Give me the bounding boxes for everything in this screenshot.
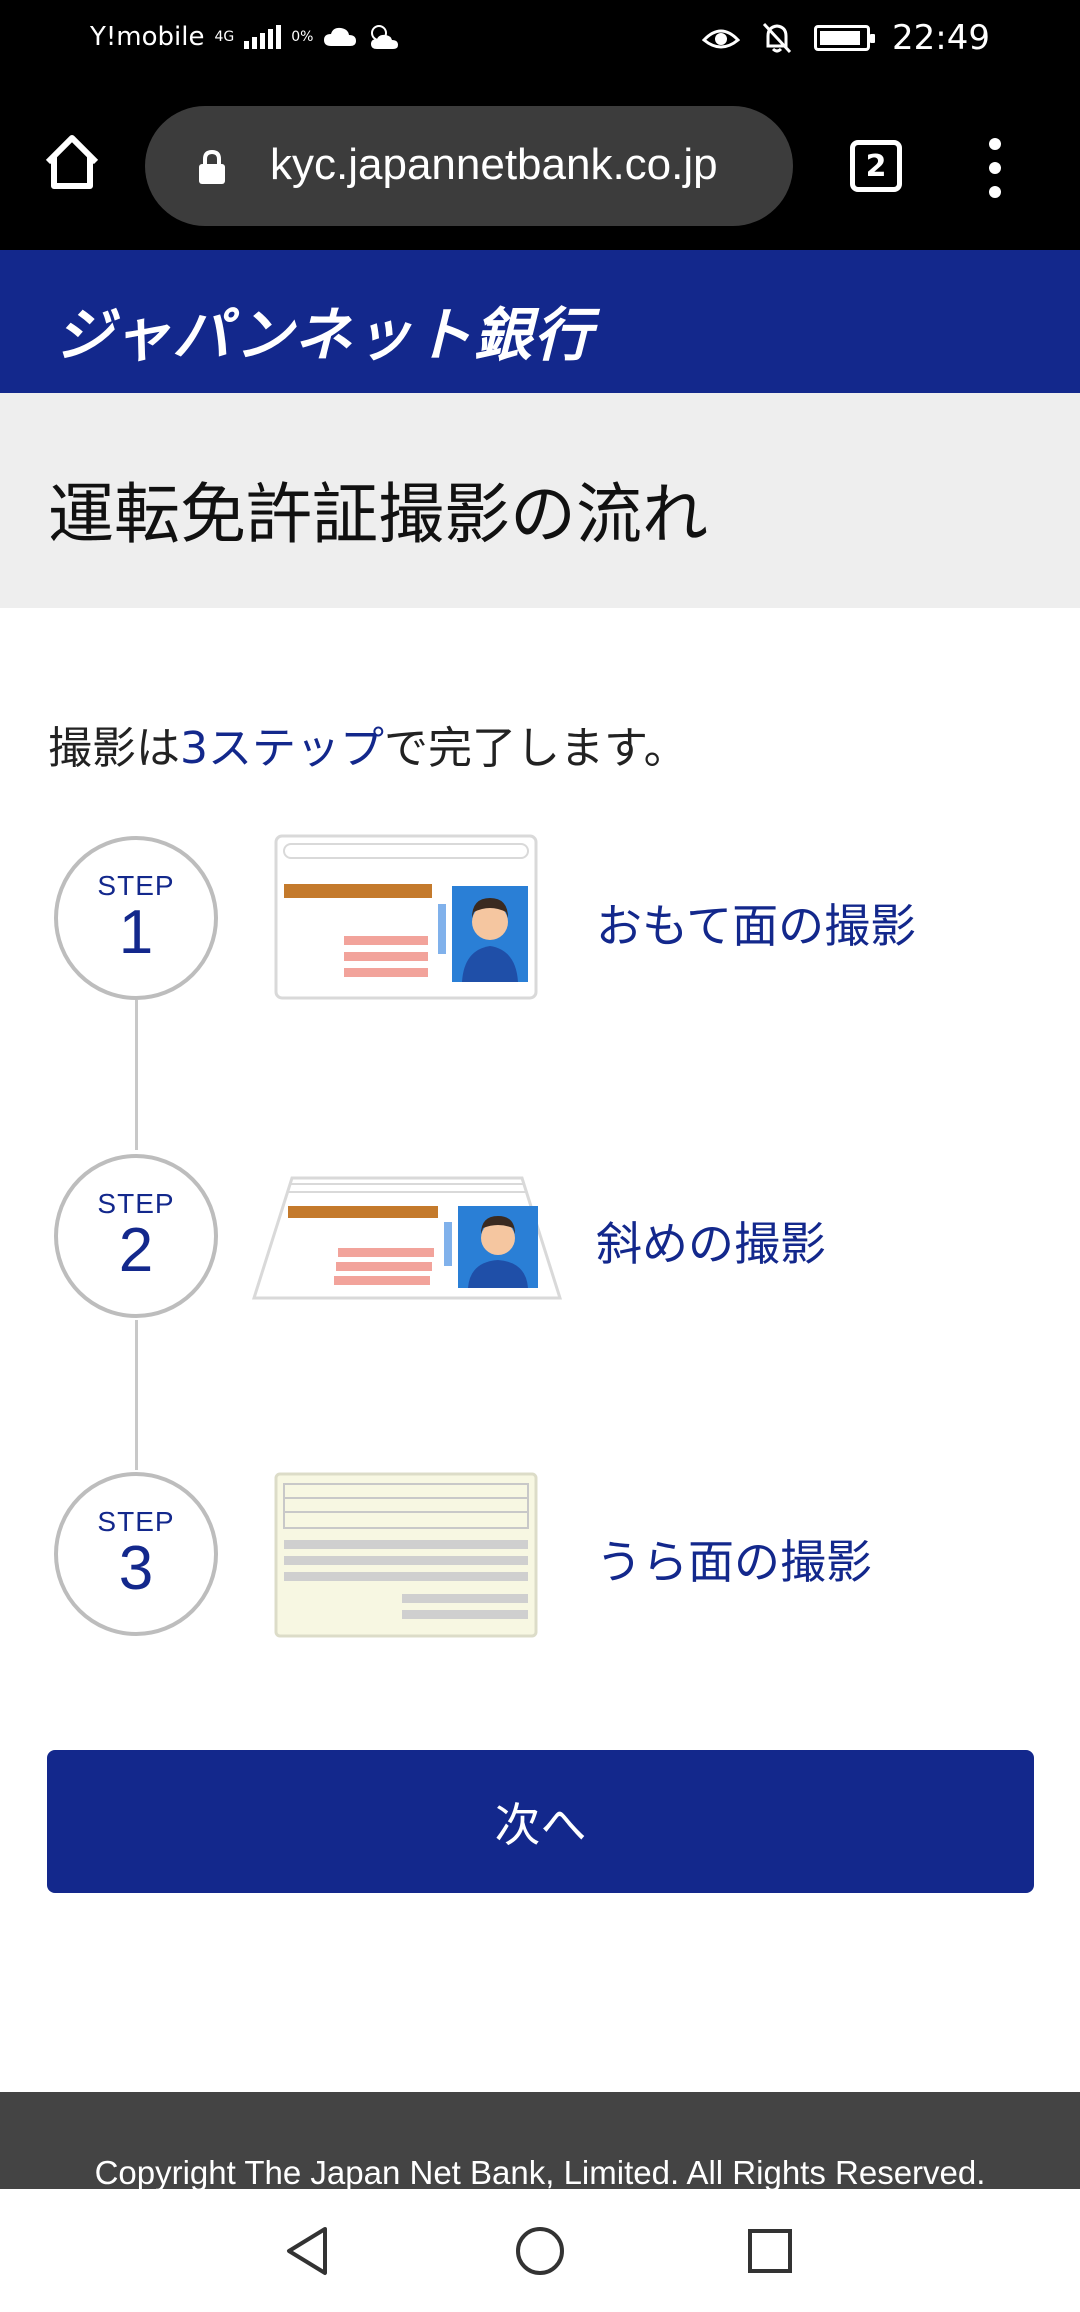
tab-switcher-button[interactable]: 2: [850, 140, 902, 192]
bank-logo: ジャパンネット銀行: [55, 301, 594, 369]
signal-icon: [244, 25, 282, 49]
footer: Copyright The Japan Net Bank, Limited. A…: [0, 2092, 1080, 2189]
next-button[interactable]: 次へ: [47, 1750, 1034, 1893]
battery-icon: [814, 25, 876, 51]
intro-suffix: で完了します。: [384, 723, 688, 774]
license-front-icon: [274, 834, 538, 1000]
system-nav-bar: [0, 2189, 1080, 2312]
clock: 22:49: [892, 18, 990, 58]
page-title: 運転免許証撮影の流れ: [48, 476, 708, 553]
step-label-3: うら面の撮影: [596, 1535, 872, 1589]
status-left: Y!mobile 4G 0%: [90, 22, 401, 52]
step-number: 3: [118, 1534, 154, 1603]
eye-comfort-icon: [702, 29, 741, 49]
license-back-icon: [274, 1472, 538, 1638]
step-label-2: 斜めの撮影: [596, 1217, 826, 1271]
back-triangle-icon[interactable]: [275, 2219, 339, 2283]
overflow-menu-icon[interactable]: [985, 138, 1005, 198]
lock-icon: [199, 150, 225, 184]
intro-text: 撮影は3ステップで完了します。: [48, 712, 688, 776]
title-band: 運転免許証撮影の流れ: [0, 393, 1080, 608]
bank-header: ジャパンネット銀行: [0, 250, 1080, 393]
step-badge-1: STEP 1: [54, 836, 218, 1000]
step-connector: [135, 1000, 138, 1150]
step-number: 2: [118, 1216, 154, 1285]
recents-square-icon[interactable]: [738, 2219, 802, 2283]
cloud-icon: [324, 27, 357, 46]
intro-highlight: 3ステップ: [180, 723, 384, 774]
partly-cloudy-icon: [371, 25, 399, 49]
intro-prefix: 撮影は: [48, 723, 180, 774]
network-type: 4G: [214, 29, 235, 45]
status-right: 22:49: [702, 18, 990, 58]
data-saver-indicator: 0%: [291, 29, 314, 45]
home-circle-icon[interactable]: [508, 2219, 572, 2283]
step-number: 1: [118, 898, 154, 967]
step-label-1: おもて面の撮影: [596, 899, 917, 953]
carrier-name: Y!mobile: [90, 22, 205, 52]
bell-off-icon: [762, 22, 792, 54]
step-badge-2: STEP 2: [54, 1154, 218, 1318]
url-text[interactable]: kyc.japannetbank.co.jp: [270, 140, 718, 190]
step-badge-3: STEP 3: [54, 1472, 218, 1636]
browser-toolbar: kyc.japannetbank.co.jp 2: [0, 80, 1080, 250]
license-angled-icon: [252, 1176, 562, 1300]
step-connector: [135, 1320, 138, 1470]
home-icon[interactable]: [40, 130, 104, 194]
address-bar[interactable]: kyc.japannetbank.co.jp: [145, 106, 793, 226]
status-bar: Y!mobile 4G 0% 22:49: [0, 0, 1080, 80]
copyright-text: Copyright The Japan Net Bank, Limited. A…: [94, 2154, 986, 2189]
